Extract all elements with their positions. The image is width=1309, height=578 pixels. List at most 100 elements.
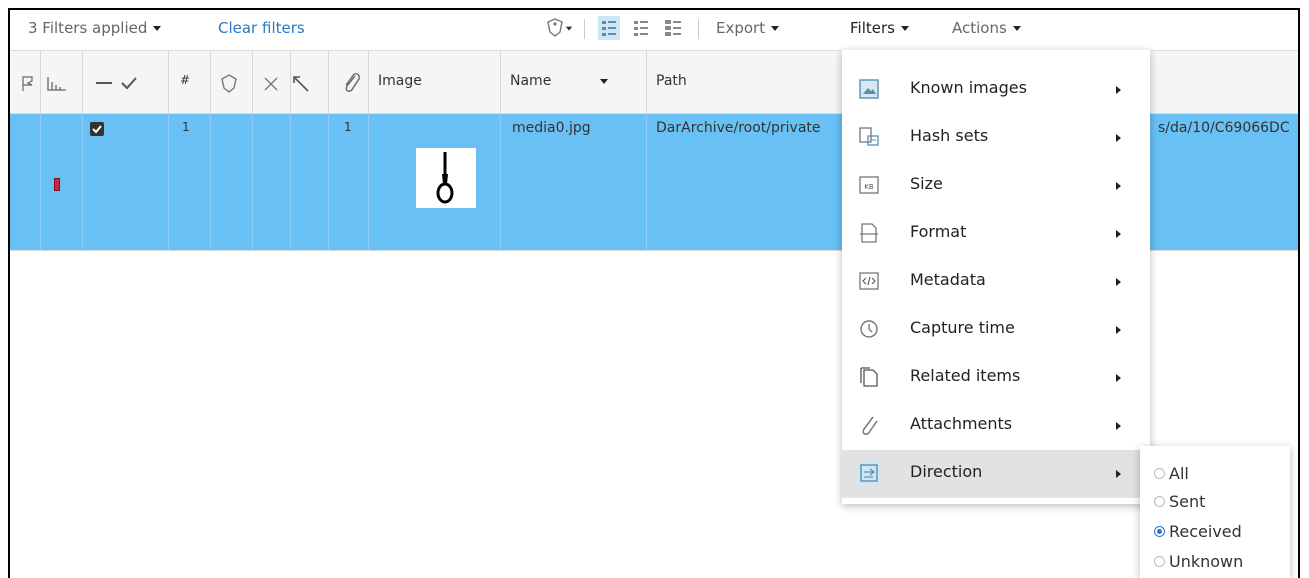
option-label: Received bbox=[1169, 522, 1242, 541]
column-name-header[interactable]: Name bbox=[510, 73, 608, 89]
chevron-down-icon bbox=[900, 26, 909, 31]
column-number-header[interactable]: # bbox=[180, 73, 190, 87]
radio-button[interactable] bbox=[1154, 496, 1165, 507]
filters-menu: Known images Hash sets KB Size Format Me… bbox=[842, 50, 1150, 504]
option-label: All bbox=[1169, 464, 1189, 483]
column-path-header[interactable]: Path bbox=[656, 73, 687, 89]
menu-item-hash-sets[interactable]: Hash sets bbox=[842, 114, 1150, 162]
cell-divider bbox=[252, 114, 253, 250]
tag-filter-button[interactable] bbox=[545, 17, 575, 43]
chevron-right-icon bbox=[1116, 374, 1121, 382]
cell-divider bbox=[646, 114, 647, 250]
chevron-right-icon bbox=[1116, 422, 1121, 430]
menu-item-known-images[interactable]: Known images bbox=[842, 66, 1150, 114]
svg-text:KB: KB bbox=[864, 183, 874, 191]
column-deleted-header[interactable] bbox=[260, 73, 282, 99]
menu-item-metadata[interactable]: Metadata bbox=[842, 258, 1150, 306]
cell-divider bbox=[500, 114, 501, 250]
row-checkbox[interactable] bbox=[90, 122, 104, 136]
size-icon: KB bbox=[858, 174, 880, 196]
menu-item-format[interactable]: Format bbox=[842, 210, 1150, 258]
menu-item-capture-time[interactable]: Capture time bbox=[842, 306, 1150, 354]
list-icon bbox=[634, 21, 648, 36]
filters-label: Filters bbox=[850, 19, 895, 37]
direction-option-unknown[interactable]: Unknown bbox=[1154, 550, 1243, 574]
clear-filters-link[interactable]: Clear filters bbox=[218, 16, 305, 40]
column-name-label: Name bbox=[510, 73, 552, 89]
menu-item-attachments[interactable]: Attachments bbox=[842, 402, 1150, 450]
option-label: Unknown bbox=[1169, 552, 1244, 571]
row-attachment-count: 1 bbox=[344, 120, 352, 134]
chevron-right-icon bbox=[1116, 86, 1121, 94]
view-details-button[interactable] bbox=[598, 16, 620, 40]
row-number: 1 bbox=[182, 120, 190, 134]
column-attachments-header[interactable] bbox=[340, 71, 362, 99]
tag-color-marker bbox=[54, 178, 60, 191]
menu-item-direction[interactable]: Direction bbox=[842, 450, 1150, 498]
related-items-icon bbox=[858, 366, 880, 388]
column-carved-header[interactable] bbox=[290, 73, 312, 99]
chevron-down-icon bbox=[771, 26, 780, 31]
chevron-right-icon bbox=[1116, 182, 1121, 190]
grid-list-icon bbox=[665, 20, 681, 36]
direction-option-sent[interactable]: Sent bbox=[1154, 490, 1205, 514]
column-flag-header[interactable] bbox=[20, 75, 36, 97]
filters-applied-dropdown[interactable]: 3 Filters applied bbox=[28, 16, 162, 40]
radio-button[interactable] bbox=[1154, 468, 1165, 479]
filters-applied-label: 3 Filters applied bbox=[28, 19, 148, 37]
noose-icon bbox=[436, 152, 454, 204]
check-minus-icon bbox=[96, 77, 137, 90]
view-grid-button[interactable] bbox=[662, 16, 684, 44]
menu-item-label: Direction bbox=[910, 462, 983, 481]
row-path: DarArchive/root/private bbox=[656, 120, 821, 136]
export-menu-button[interactable]: Export bbox=[716, 16, 780, 40]
row-path-end: s/da/10/C69066DC bbox=[1158, 120, 1290, 136]
chevron-right-icon bbox=[1116, 326, 1121, 334]
direction-option-received[interactable]: Received bbox=[1154, 520, 1242, 544]
menu-item-label: Size bbox=[910, 174, 943, 193]
column-tag-color-header[interactable] bbox=[46, 75, 68, 97]
known-images-icon bbox=[858, 78, 880, 100]
cell-divider bbox=[40, 114, 41, 250]
cell-divider bbox=[168, 114, 169, 250]
export-label: Export bbox=[716, 19, 766, 37]
toolbar: 3 Filters applied Clear filters Export F… bbox=[10, 10, 1298, 50]
menu-item-label: Known images bbox=[910, 78, 1027, 97]
menu-item-label: Related items bbox=[910, 366, 1021, 385]
close-icon bbox=[264, 77, 278, 91]
image-thumbnail[interactable] bbox=[416, 148, 476, 208]
format-icon bbox=[858, 222, 880, 244]
chevron-down-icon bbox=[599, 78, 608, 84]
menu-item-size[interactable]: KB Size bbox=[842, 162, 1150, 210]
menu-item-label: Format bbox=[910, 222, 967, 241]
column-tag-header[interactable] bbox=[218, 73, 240, 99]
cell-divider bbox=[82, 114, 83, 250]
menu-item-label: Metadata bbox=[910, 270, 986, 289]
direction-option-all[interactable]: All bbox=[1154, 462, 1189, 486]
list-details-icon bbox=[602, 21, 616, 36]
menu-item-related-items[interactable]: Related items bbox=[842, 354, 1150, 402]
clock-icon bbox=[858, 318, 880, 340]
filters-menu-button[interactable]: Filters bbox=[850, 16, 909, 40]
cell-divider bbox=[328, 114, 329, 250]
radio-button-selected[interactable] bbox=[1154, 526, 1165, 537]
cell-divider bbox=[368, 114, 369, 250]
paperclip-icon bbox=[345, 73, 360, 92]
column-check-header[interactable] bbox=[94, 73, 140, 97]
toolbar-divider bbox=[698, 19, 699, 39]
tag-icon bbox=[221, 74, 237, 93]
actions-menu-button[interactable]: Actions bbox=[952, 16, 1021, 40]
cell-divider bbox=[210, 114, 211, 250]
cell-divider bbox=[290, 114, 291, 250]
row-name: media0.jpg bbox=[512, 120, 591, 136]
checkmark-icon bbox=[92, 125, 102, 134]
toolbar-divider bbox=[584, 19, 585, 39]
menu-item-label: Capture time bbox=[910, 318, 1015, 337]
menu-item-label: Hash sets bbox=[910, 126, 989, 145]
column-image-header[interactable]: Image bbox=[378, 73, 422, 89]
flag-icon bbox=[22, 76, 33, 91]
option-label: Sent bbox=[1169, 492, 1206, 511]
view-list-button[interactable] bbox=[630, 16, 652, 44]
chevron-right-icon bbox=[1116, 230, 1121, 238]
radio-button[interactable] bbox=[1154, 556, 1165, 567]
